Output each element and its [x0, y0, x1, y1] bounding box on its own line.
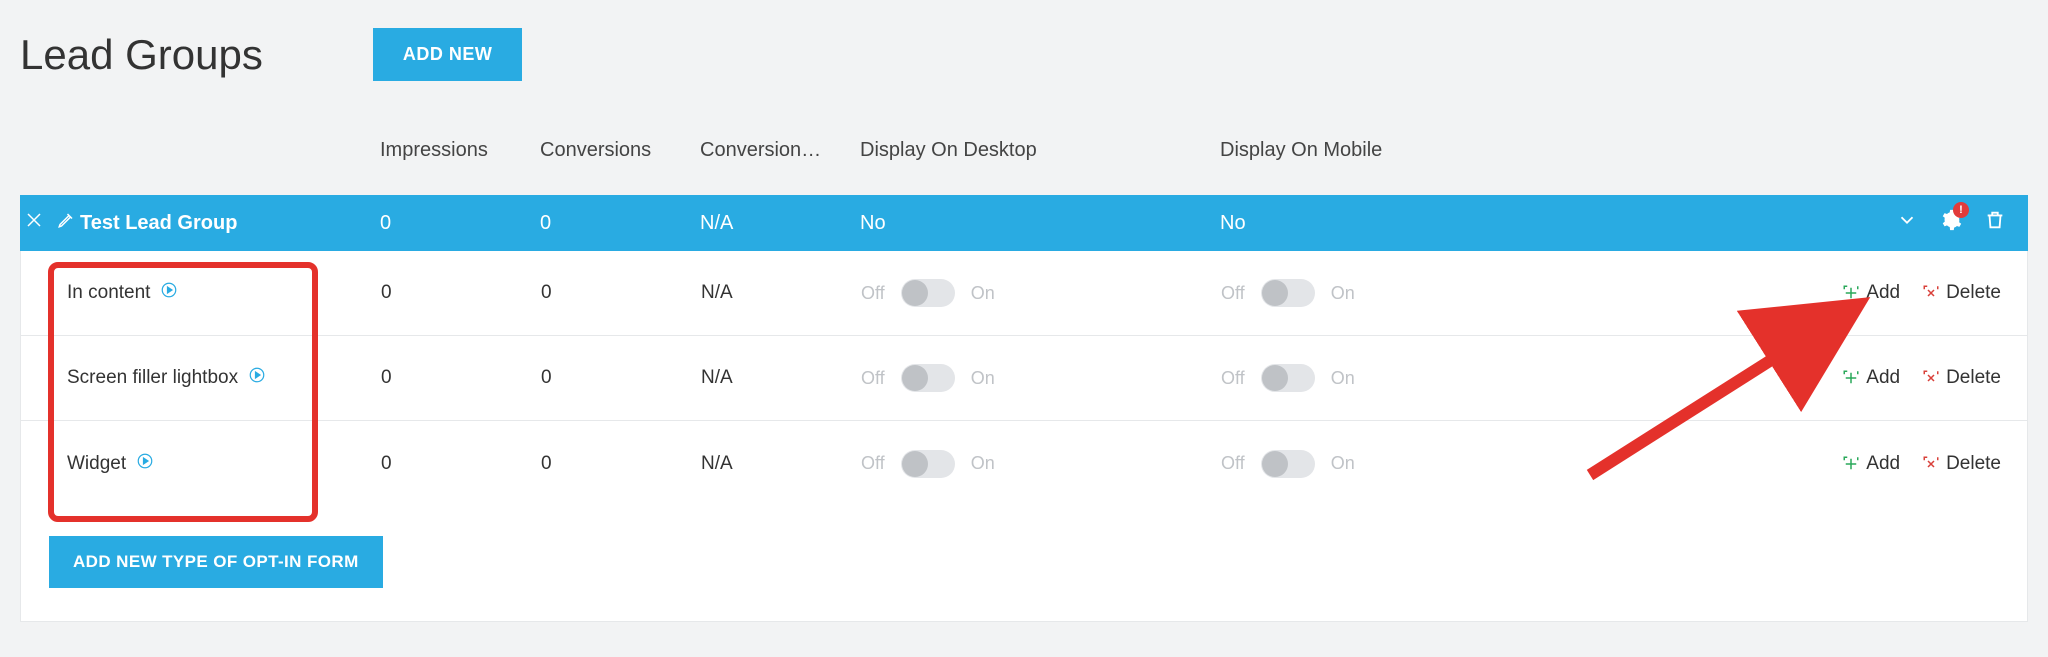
group-display-desktop: No — [860, 212, 1220, 235]
delete-label: Delete — [1946, 282, 2001, 304]
group-conversions: 0 — [540, 212, 700, 235]
mobile-toggle[interactable]: Off On — [1221, 279, 1581, 307]
col-header-impressions: Impressions — [380, 139, 540, 162]
mobile-toggle[interactable]: Off On — [1221, 450, 1581, 478]
group-conversion-rate: N/A — [700, 212, 860, 235]
rows-container: In content 0 0 N/A Off On Off On — [20, 251, 2028, 507]
trash-icon[interactable] — [1984, 209, 2006, 237]
add-button[interactable]: Add — [1842, 367, 1900, 389]
card-footer: ADD NEW TYPE OF OPT-IN FORM — [20, 506, 2028, 622]
col-header-mobile: Display On Mobile — [1220, 139, 1580, 162]
chevron-down-icon[interactable] — [1896, 209, 1918, 237]
group-header[interactable]: Test Lead Group 0 0 N/A No No ! — [20, 195, 2028, 251]
page-title: Lead Groups — [20, 31, 263, 79]
col-header-conversion-rate: Conversion… — [700, 139, 860, 162]
toggle-on-label: On — [1331, 283, 1355, 304]
row-impressions: 0 — [381, 453, 541, 475]
pencil-icon[interactable] — [57, 211, 75, 235]
delete-button[interactable]: Delete — [1922, 367, 2001, 389]
row-name[interactable]: In content — [67, 282, 150, 304]
gear-alert-badge: ! — [1953, 202, 1969, 218]
desktop-toggle[interactable]: Off On — [861, 279, 1221, 307]
row-conversion-rate: N/A — [701, 367, 861, 389]
col-header-desktop: Display On Desktop — [860, 139, 1220, 162]
row-name[interactable]: Widget — [67, 453, 126, 475]
add-label: Add — [1866, 282, 1900, 304]
desktop-toggle[interactable]: Off On — [861, 364, 1221, 392]
toggle-off-label: Off — [1221, 283, 1245, 304]
desktop-toggle[interactable]: Off On — [861, 450, 1221, 478]
delete-button[interactable]: Delete — [1922, 282, 2001, 304]
row-conversions: 0 — [541, 282, 701, 304]
row-impressions: 0 — [381, 367, 541, 389]
toggle-on-label: On — [971, 283, 995, 304]
add-button[interactable]: Add — [1842, 282, 1900, 304]
add-new-button[interactable]: ADD NEW — [373, 28, 523, 81]
mobile-toggle[interactable]: Off On — [1221, 364, 1581, 392]
row-conversions: 0 — [541, 453, 701, 475]
row-impressions: 0 — [381, 282, 541, 304]
table-row: Screen filler lightbox 0 0 N/A Off On Of… — [21, 336, 2027, 421]
play-icon[interactable] — [136, 452, 154, 476]
add-new-type-button[interactable]: ADD NEW TYPE OF OPT-IN FORM — [49, 536, 383, 588]
play-icon[interactable] — [160, 281, 178, 305]
gear-icon[interactable]: ! — [1940, 209, 1962, 237]
tools-icon[interactable] — [25, 211, 43, 235]
row-conversion-rate: N/A — [701, 282, 861, 304]
row-conversion-rate: N/A — [701, 453, 861, 475]
row-name[interactable]: Screen filler lightbox — [67, 367, 238, 389]
col-header-conversions: Conversions — [540, 139, 700, 162]
group-impressions: 0 — [380, 212, 540, 235]
toggle-off-label: Off — [861, 283, 885, 304]
table-row: Widget 0 0 N/A Off On Off On — [21, 421, 2027, 506]
group-name: Test Lead Group — [80, 212, 380, 235]
add-button[interactable]: Add — [1842, 453, 1900, 475]
group-display-mobile: No — [1220, 212, 1580, 235]
play-icon[interactable] — [248, 366, 266, 390]
delete-button[interactable]: Delete — [1922, 453, 2001, 475]
row-conversions: 0 — [541, 367, 701, 389]
table-row: In content 0 0 N/A Off On Off On — [21, 251, 2027, 336]
column-header-row: Impressions Conversions Conversion… Disp… — [20, 125, 2028, 175]
